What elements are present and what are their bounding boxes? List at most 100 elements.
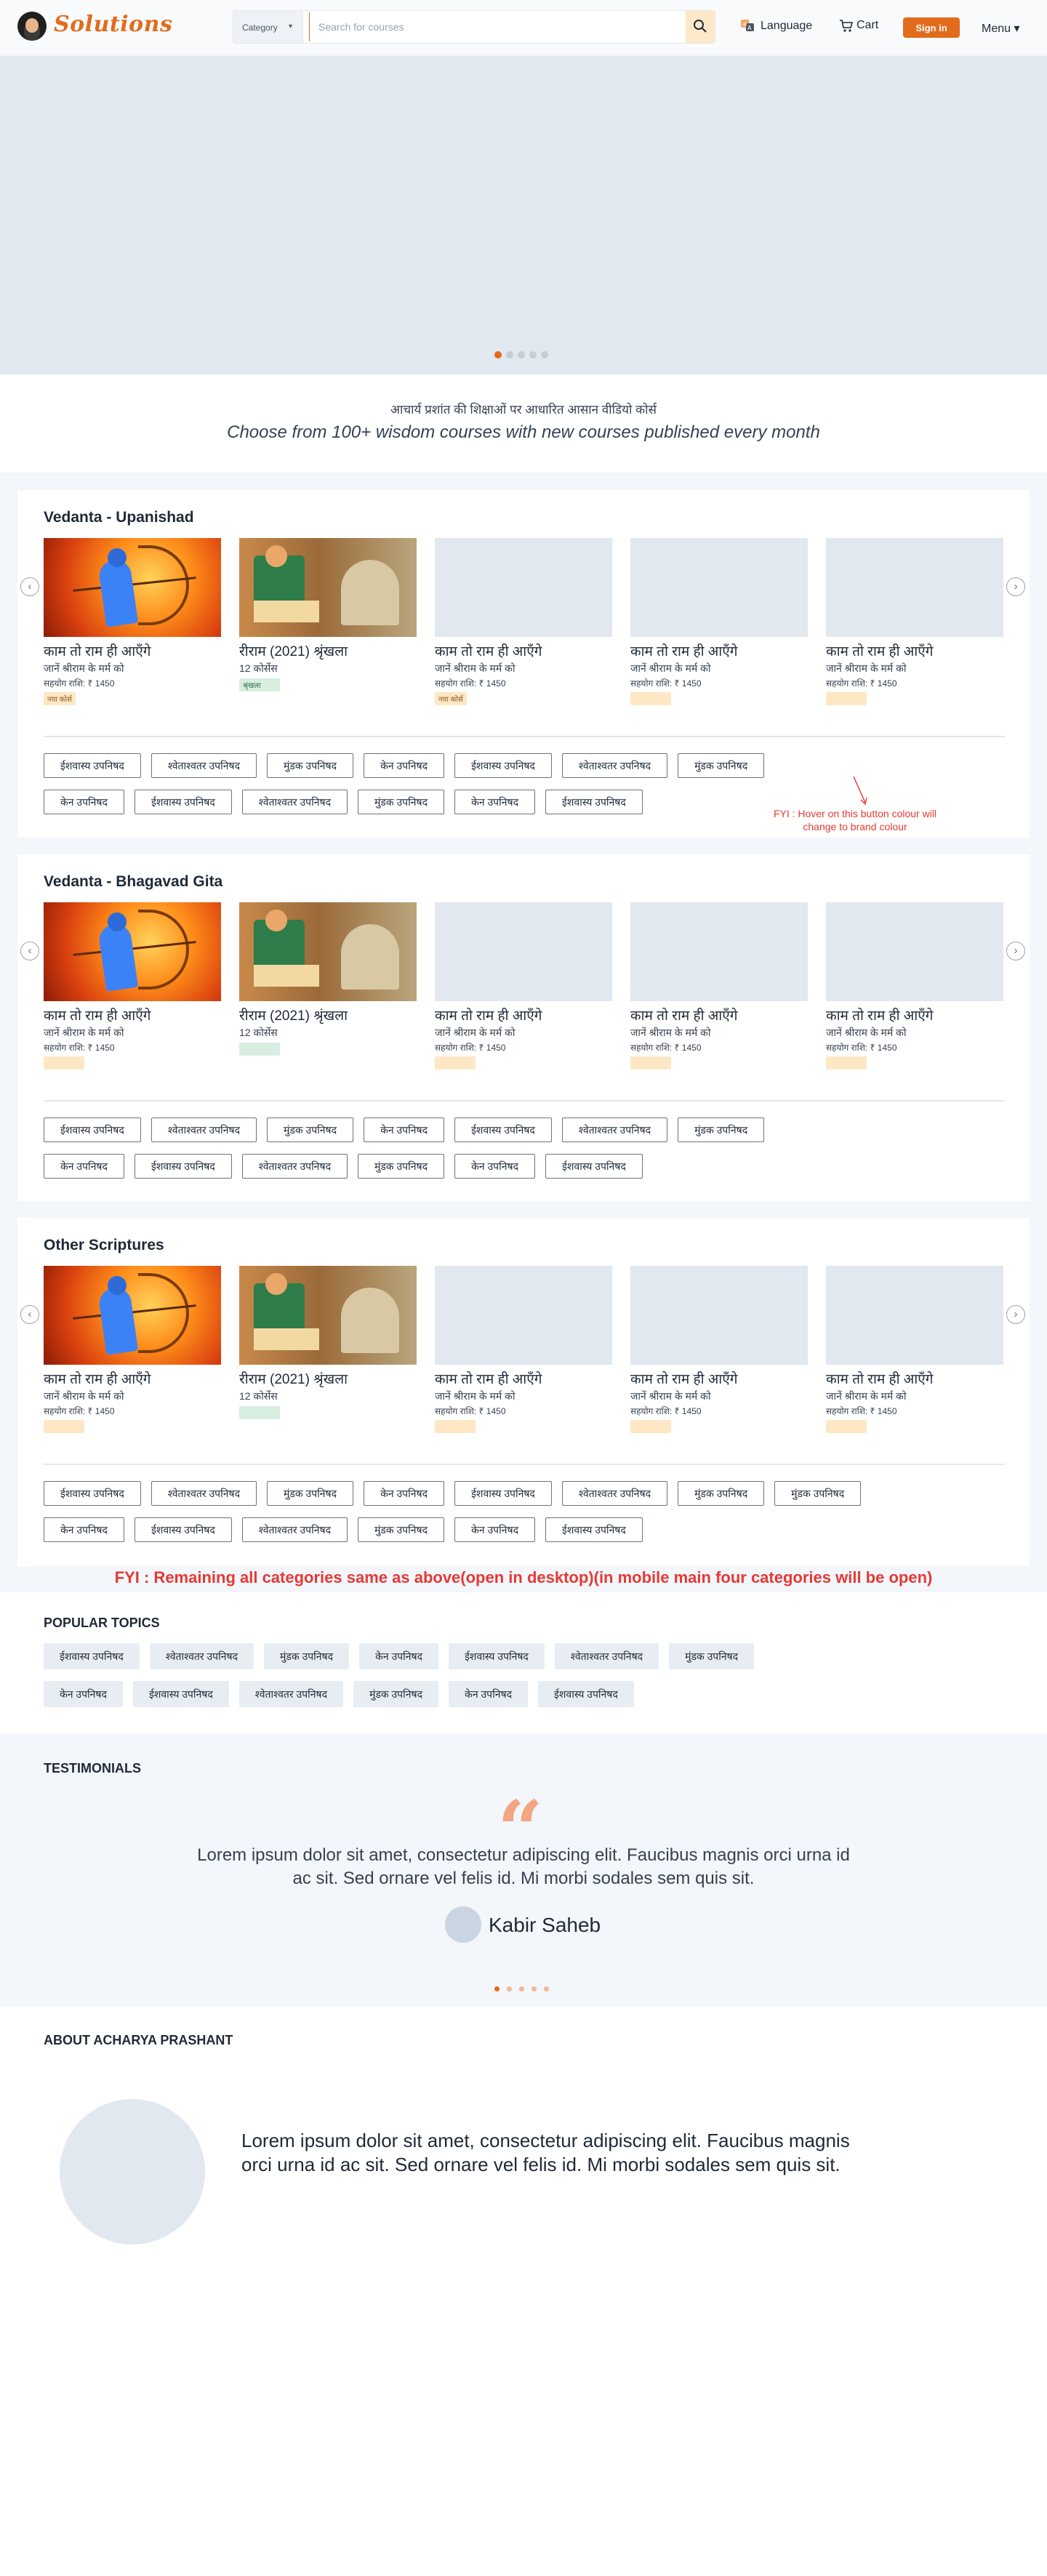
course-title[interactable]: काम तो राम ही आएँगे [44,1369,221,1388]
topic-tag-button[interactable]: मुंडक उपनिषद [358,1517,445,1542]
topic-tag-button[interactable]: ईशवास्य उपनिषद [545,1517,643,1542]
course-card[interactable]: काम तो राम ही आएँगे जानें श्रीराम के मर्म… [44,902,221,1073]
course-thumbnail[interactable] [239,1266,417,1365]
topic-tag-button[interactable]: ईशवास्य उपनिषद [134,790,232,814]
carousel-next-icon[interactable]: › [1006,942,1025,960]
course-title[interactable]: रीराम (2021) श्रृंखला [239,1006,417,1024]
topic-tag-button[interactable]: मुंडक उपनिषद [267,1481,354,1506]
course-title[interactable]: रीराम (2021) श्रृंखला [239,641,417,660]
popular-topic-button[interactable]: श्वेताश्वतर उपनिषद [149,1643,254,1669]
carousel-prev-icon[interactable]: ‹ [20,942,39,960]
category-dropdown[interactable]: Category ▾ [233,11,303,43]
popular-topic-button[interactable]: ईशवास्य उपनिषद [449,1643,545,1669]
carousel-prev-icon[interactable]: ‹ [20,1305,39,1324]
course-card[interactable]: काम तो राम ही आएँगे जानें श्रीराम के मर्म… [435,902,612,1073]
logo-icon[interactable] [17,12,47,41]
course-card[interactable]: रीराम (2021) श्रृंखला 12 कोर्सेस श्रृंखला [239,538,417,691]
topic-tag-button[interactable]: श्वेताश्वतर उपनिषद [151,753,257,778]
search-button[interactable] [686,11,715,43]
topic-tag-button[interactable]: ईशवास्य उपनिषद [134,1517,232,1542]
carousel-prev-icon[interactable]: ‹ [20,577,39,596]
topic-tag-button[interactable]: श्वेताश्वतर उपनिषद [241,1517,348,1542]
carousel-dot[interactable] [544,1986,549,1991]
popular-topic-button[interactable]: मुंडक उपनिषद [669,1643,755,1669]
topic-tag-button[interactable]: ईशवास्य उपनिषद [545,1154,643,1179]
carousel-dot[interactable] [507,1986,512,1991]
topic-tag-button[interactable]: मुंडक उपनिषद [678,1118,765,1142]
course-title[interactable]: काम तो राम ही आएँगे [826,1006,1003,1024]
topic-tag-button[interactable]: ईशवास्य उपनिषद [44,1118,141,1142]
course-title[interactable]: काम तो राम ही आएँगे [435,1369,612,1388]
course-title[interactable]: काम तो राम ही आएँगे [435,1006,612,1024]
topic-tag-button[interactable]: केन उपनिषद [364,1118,445,1142]
topic-tag-button[interactable]: ईशवास्य उपनिषद [454,1118,552,1142]
topic-tag-button[interactable]: मुंडक उपनिषद [358,1154,445,1179]
carousel-dot[interactable] [519,1986,524,1991]
topic-tag-button[interactable]: ईशवास्य उपनिषद [545,790,643,814]
course-thumbnail[interactable] [630,1266,808,1365]
course-thumbnail[interactable] [826,902,1003,1001]
course-thumbnail[interactable] [435,902,612,1001]
popular-topic-button[interactable]: केन उपनिषद [44,1681,123,1707]
course-card[interactable]: काम तो राम ही आएँगे जानें श्रीराम के मर्म… [44,1266,221,1437]
course-title[interactable]: काम तो राम ही आएँगे [826,1369,1003,1388]
course-title[interactable]: काम तो राम ही आएँगे [44,641,221,660]
course-title[interactable]: काम तो राम ही आएँगे [44,1006,221,1024]
popular-topic-button[interactable]: केन उपनिषद [359,1643,439,1669]
topic-tag-button[interactable]: ईशवास्य उपनिषद [44,1481,141,1506]
cart-link[interactable]: Cart [839,19,878,32]
course-title[interactable]: काम तो राम ही आएँगे [630,1006,808,1024]
carousel-dot[interactable] [494,1986,500,1991]
menu-button[interactable]: Menu ▾ [982,21,1020,36]
topic-tag-button[interactable]: श्वेताश्वतर उपनिषद [561,1118,668,1142]
course-title[interactable]: रीराम (2021) श्रृंखला [239,1369,417,1388]
course-card[interactable]: काम तो राम ही आएँगे जानें श्रीराम के मर्म… [630,1266,808,1437]
topic-tag-button[interactable]: ईशवास्य उपनिषद [454,753,552,778]
carousel-dot[interactable] [541,351,548,358]
course-card[interactable]: रीराम (2021) श्रृंखला 12 कोर्सेस [239,902,417,1059]
search-input[interactable] [309,12,673,41]
popular-topic-button[interactable]: ईशवास्य उपनिषद [132,1681,229,1707]
course-card[interactable]: काम तो राम ही आएँगे जानें श्रीराम के मर्म… [826,1266,1003,1437]
topic-tag-button[interactable]: केन उपनिषद [364,1481,445,1506]
course-thumbnail[interactable] [239,538,417,637]
topic-tag-button[interactable]: मुंडक उपनिषद [267,753,354,778]
course-thumbnail[interactable] [44,902,221,1001]
course-thumbnail[interactable] [44,538,221,637]
topic-tag-button[interactable]: श्वेताश्वतर उपनिषद [241,790,348,814]
carousel-dot[interactable] [506,351,513,358]
topic-tag-button[interactable]: केन उपनिषद [454,1154,536,1179]
course-thumbnail[interactable] [826,538,1003,637]
popular-topic-button[interactable]: मुंडक उपनिषद [264,1643,350,1669]
language-selector[interactable]: Language [740,20,812,33]
course-card[interactable]: काम तो राम ही आएँगे जानें श्रीराम के मर्म… [44,538,221,705]
course-title[interactable]: काम तो राम ही आएँगे [630,641,808,660]
popular-topic-button[interactable]: केन उपनिषद [449,1681,529,1707]
carousel-dot[interactable] [518,351,525,358]
carousel-dot[interactable] [494,351,502,358]
topic-tag-button[interactable]: ईशवास्य उपनिषद [44,753,141,778]
topic-tag-button[interactable]: मुंडक उपनिषद [678,753,765,778]
course-card[interactable]: काम तो राम ही आएँगे जानें श्रीराम के मर्म… [630,538,808,709]
popular-topic-button[interactable]: ईशवास्य उपनिषद [44,1643,140,1669]
course-title[interactable]: काम तो राम ही आएँगे [630,1369,808,1388]
course-thumbnail[interactable] [630,902,808,1001]
course-card[interactable]: रीराम (2021) श्रृंखला 12 कोर्सेस [239,1266,417,1423]
course-card[interactable]: काम तो राम ही आएँगे जानें श्रीराम के मर्म… [435,1266,612,1437]
course-title[interactable]: काम तो राम ही आएँगे [435,641,612,660]
topic-tag-button[interactable]: श्वेताश्वतर उपनिषद [241,1154,348,1179]
topic-tag-button[interactable]: श्वेताश्वतर उपनिषद [151,1118,257,1142]
course-thumbnail[interactable] [435,538,612,637]
topic-tag-button[interactable]: ईशवास्य उपनिषद [134,1154,232,1179]
popular-topic-button[interactable]: श्वेताश्वतर उपनिषद [238,1681,343,1707]
logo-text[interactable]: Solutions [54,12,172,37]
topic-tag-button[interactable]: केन उपनिषद [454,790,536,814]
course-card[interactable]: काम तो राम ही आएँगे जानें श्रीराम के मर्म… [630,902,808,1073]
course-thumbnail[interactable] [44,1266,221,1365]
carousel-dot[interactable] [529,351,537,358]
course-thumbnail[interactable] [630,538,808,637]
carousel-next-icon[interactable]: › [1006,1305,1025,1324]
course-thumbnail[interactable] [435,1266,612,1365]
topic-tag-button[interactable]: श्वेताश्वतर उपनिषद [561,1481,668,1506]
topic-tag-button[interactable]: मुंडक उपनिषद [267,1118,354,1142]
